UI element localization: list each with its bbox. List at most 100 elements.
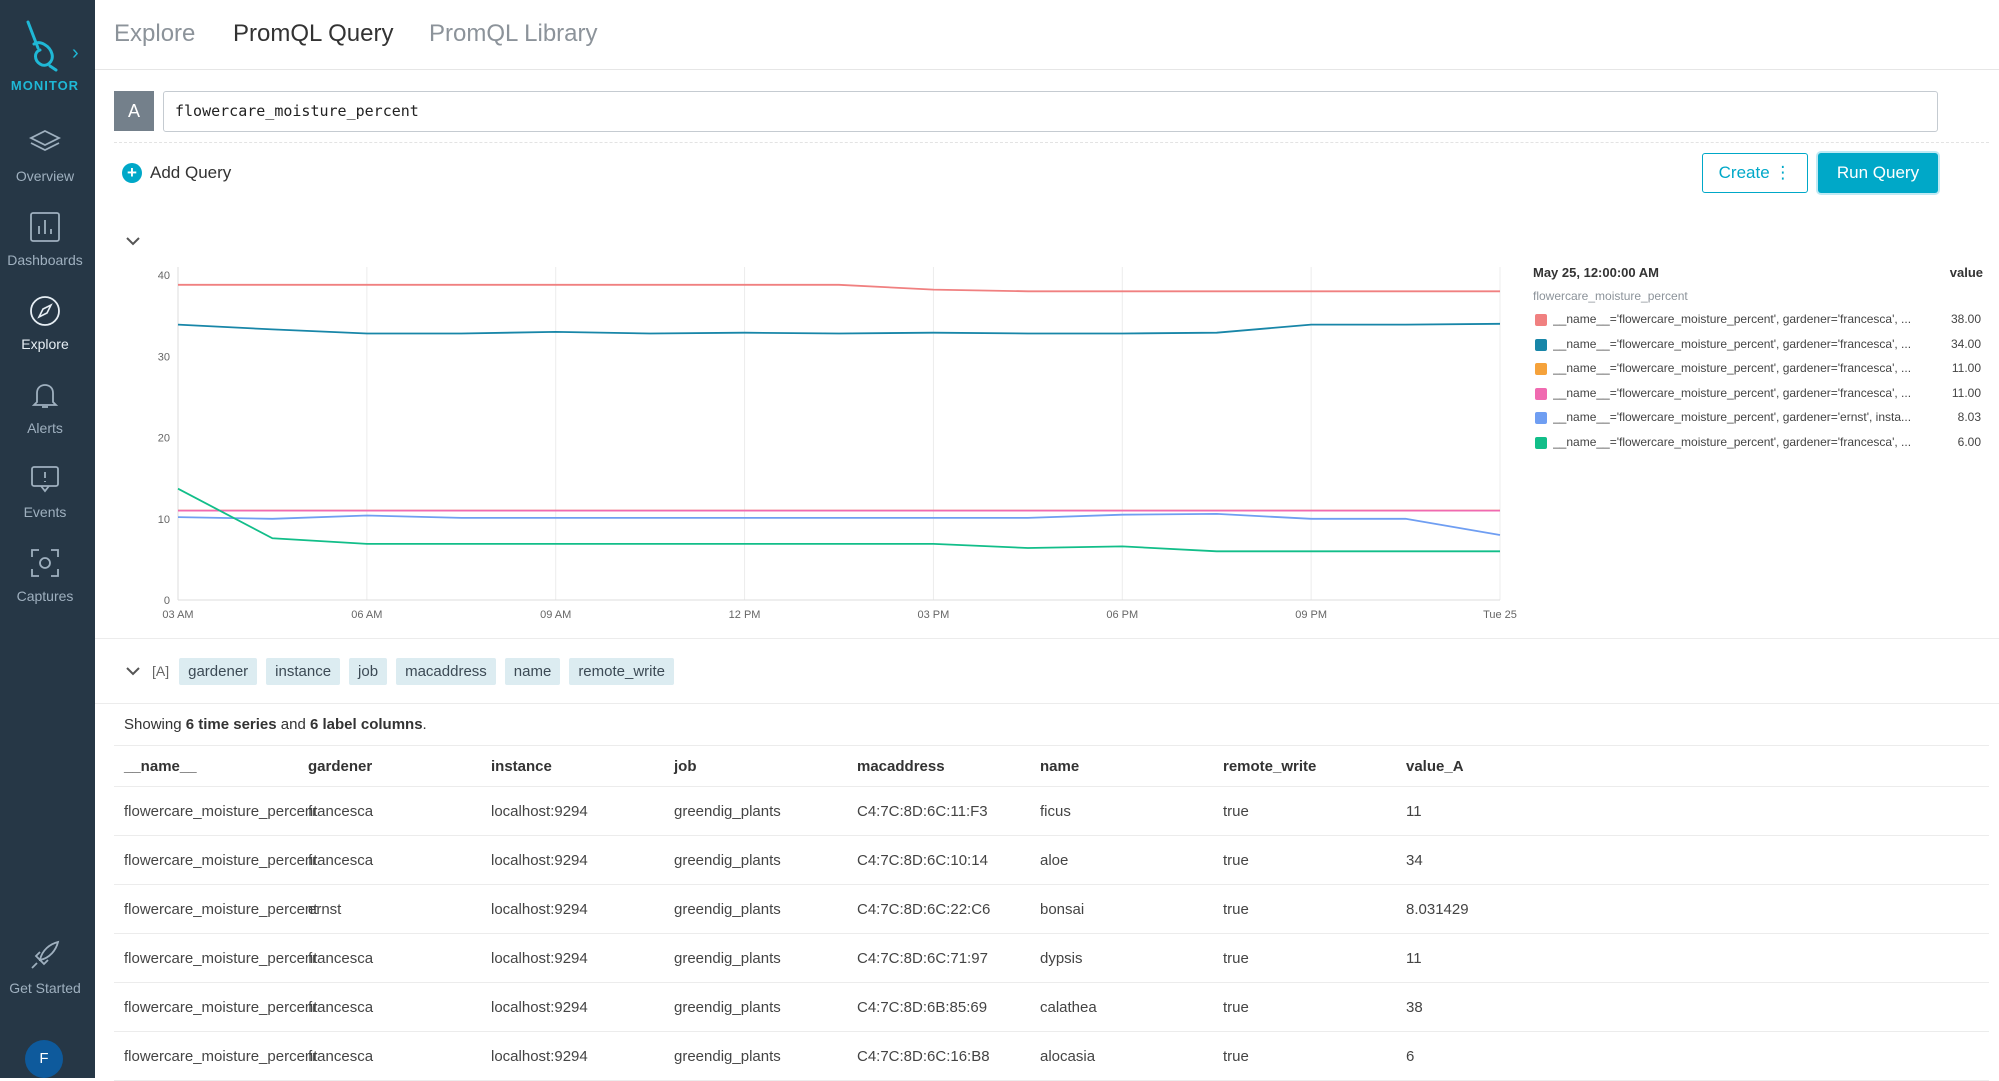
- sidebar-item-alerts[interactable]: Alerts: [0, 378, 90, 458]
- divider: [114, 142, 1989, 143]
- legend-label: __name__='flowercare_moisture_percent', …: [1553, 410, 1912, 424]
- legend-swatch: [1535, 387, 1547, 400]
- column-header[interactable]: __name__: [124, 746, 197, 788]
- table-cell: localhost:9294: [491, 1048, 588, 1065]
- results-table: __name__ gardener instance job macaddress nam…: [114, 745, 1989, 1081]
- x-tick-label: 06 PM: [1106, 609, 1138, 621]
- legend-metric-name: flowercare_moisture_percent: [1533, 289, 1688, 303]
- table-cell: francesca: [308, 950, 374, 967]
- bell-icon: [31, 384, 59, 408]
- label-chip-remote-write[interactable]: remote_write: [569, 657, 675, 685]
- x-tick-label: 03 PM: [918, 609, 950, 621]
- query-letter-badge[interactable]: A: [114, 91, 154, 131]
- legend-swatch: [1535, 363, 1547, 375]
- table-cell: C4:7C:8D:6C:22:C6: [857, 901, 991, 918]
- table-cell: flowercare_moisture_percent: [124, 901, 318, 918]
- series-line: [178, 283, 1500, 293]
- sidebar-item-events[interactable]: Events: [0, 462, 90, 542]
- legend-value: 11.00: [1951, 361, 1981, 375]
- y-tick-label: 0: [164, 595, 170, 607]
- table-cell: bonsai: [1040, 901, 1085, 918]
- sidebar-item-label: Explore: [21, 336, 69, 352]
- legend-value: 38.00: [1950, 312, 1981, 326]
- table-cell: 8.031429: [1406, 901, 1469, 918]
- table-cell: 11: [1406, 803, 1422, 820]
- legend-item[interactable]: __name__='flowercare_moisture_percent', …: [1533, 432, 1983, 457]
- table-row: flowercare_moisture_percent francesca loca…: [114, 836, 1989, 885]
- column-header[interactable]: gardener: [308, 746, 372, 788]
- table-cell: flowercare_moisture_percent: [124, 803, 318, 820]
- table-cell: greendig_plants: [674, 852, 781, 869]
- table-cell: greendig_plants: [674, 803, 781, 820]
- column-header[interactable]: job: [674, 746, 697, 788]
- avatar[interactable]: F: [25, 1040, 63, 1078]
- sidebar: › MONITOR Overview Dashboards Explore Al…: [0, 0, 95, 1078]
- table-cell: aloe: [1040, 852, 1069, 869]
- table-cell: flowercare_moisture_percent: [124, 950, 318, 967]
- sidebar-item-overview[interactable]: Overview: [0, 126, 90, 206]
- compass-icon: [30, 296, 60, 326]
- tab-bar: Explore PromQL Query PromQL Library: [95, 0, 1999, 70]
- table-cell: greendig_plants: [674, 950, 781, 967]
- add-query-button[interactable]: + Add Query: [122, 161, 231, 185]
- sidebar-item-explore[interactable]: Explore: [0, 294, 90, 374]
- result-summary: Showing 6 time series and 6 label column…: [124, 716, 427, 733]
- tab-explore[interactable]: Explore: [114, 20, 195, 48]
- query-ref-label: [A]: [152, 663, 170, 679]
- table-cell: greendig_plants: [674, 901, 781, 918]
- x-tick-label: 06 AM: [351, 609, 382, 621]
- label-chip-job[interactable]: job: [349, 657, 388, 685]
- legend-item[interactable]: __name__='flowercare_moisture_percent', …: [1533, 309, 1983, 334]
- sidebar-item-captures[interactable]: Captures: [0, 546, 90, 626]
- tab-promql-library[interactable]: PromQL Library: [429, 20, 598, 48]
- table-cell: ficus: [1040, 803, 1071, 820]
- sidebar-item-label: Captures: [16, 588, 74, 604]
- label-chip-name[interactable]: name: [504, 657, 561, 685]
- column-header[interactable]: remote_write: [1223, 746, 1316, 788]
- create-button[interactable]: Create ⋮: [1702, 153, 1808, 193]
- table-cell: true: [1223, 1048, 1249, 1065]
- run-query-button[interactable]: Run Query: [1818, 153, 1938, 193]
- legend-timestamp: May 25, 12:00:00 AM: [1533, 265, 1659, 280]
- chevron-down-icon[interactable]: [124, 662, 142, 680]
- legend-item[interactable]: __name__='flowercare_moisture_percent', …: [1533, 358, 1983, 383]
- label-filter-row: [A] gardener instance job macaddress nam…: [124, 657, 683, 685]
- table-cell: flowercare_moisture_percent: [124, 1048, 318, 1065]
- legend-item[interactable]: __name__='flowercare_moisture_percent', …: [1533, 407, 1983, 432]
- column-header[interactable]: macaddress: [857, 746, 945, 788]
- sidebar-item-label: Events: [23, 504, 67, 520]
- legend-item[interactable]: __name__='flowercare_moisture_percent', …: [1533, 334, 1983, 359]
- legend-swatch: [1535, 338, 1547, 351]
- sidebar-item-dashboards[interactable]: Dashboards: [0, 210, 90, 290]
- column-header[interactable]: name: [1040, 746, 1079, 788]
- sidebar-item-get-started[interactable]: Get Started: [0, 938, 90, 1018]
- table-cell: C4:7C:8D:6C:11:F3: [857, 803, 988, 820]
- legend-item[interactable]: __name__='flowercare_moisture_percent', …: [1533, 383, 1983, 408]
- table-cell: localhost:9294: [491, 950, 588, 967]
- legend-value: 8.03: [1957, 410, 1981, 424]
- query-input[interactable]: flowercare_moisture_percent: [163, 91, 1938, 132]
- y-tick-label: 30: [158, 351, 170, 363]
- table-cell: 38: [1406, 999, 1423, 1016]
- sidebar-item-label: Get Started: [9, 980, 81, 996]
- table-cell: francesca: [308, 852, 374, 869]
- table-cell: true: [1223, 803, 1249, 820]
- tab-promql-query[interactable]: PromQL Query: [233, 20, 394, 48]
- summary-series-count: 6 time series: [185, 716, 277, 733]
- label-chip-macaddress[interactable]: macaddress: [396, 657, 496, 685]
- chevron-down-icon[interactable]: [124, 232, 142, 250]
- legend-label: __name__='flowercare_moisture_percent', …: [1553, 385, 1912, 400]
- legend-label: __name__='flowercare_moisture_percent', …: [1553, 361, 1912, 375]
- monitor-logo[interactable]: › MONITOR: [0, 14, 95, 94]
- column-header[interactable]: value_A: [1406, 746, 1464, 788]
- chevron-right-icon[interactable]: ›: [72, 42, 79, 65]
- table-cell: francesca: [308, 1048, 374, 1065]
- table-cell: true: [1223, 950, 1249, 967]
- table-row: flowercare_moisture_percent ernst localhos…: [114, 885, 1989, 934]
- table-row: flowercare_moisture_percent francesca loca…: [114, 787, 1989, 836]
- label-chip-instance[interactable]: instance: [266, 657, 341, 685]
- label-chip-gardener[interactable]: gardener: [179, 657, 258, 685]
- column-header[interactable]: instance: [491, 746, 552, 788]
- y-tick-label: 40: [158, 270, 170, 282]
- table-cell: localhost:9294: [491, 901, 588, 918]
